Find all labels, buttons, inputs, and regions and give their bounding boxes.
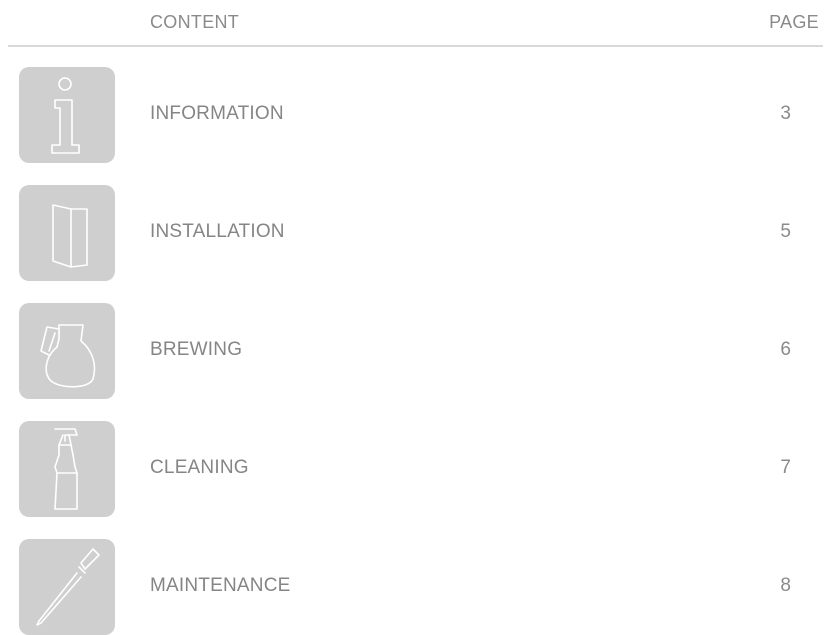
entry-label: CLEANING xyxy=(150,457,249,478)
screwdriver-icon xyxy=(19,539,115,635)
entry-page-number: 7 xyxy=(780,457,791,478)
entry-label: BREWING xyxy=(150,339,243,360)
toc-entry-brewing[interactable]: BREWING 6 xyxy=(0,303,831,399)
entry-label: INSTALLATION xyxy=(150,221,285,242)
toc-entry-cleaning[interactable]: CLEANING 7 xyxy=(0,421,831,517)
folded-document-icon xyxy=(19,185,115,281)
toc-entry-installation[interactable]: INSTALLATION 5 xyxy=(0,185,831,281)
entry-label: MAINTENANCE xyxy=(150,575,291,596)
content-column-heading: CONTENT xyxy=(150,12,240,32)
entry-label: INFORMATION xyxy=(150,103,284,124)
entry-page-number: 6 xyxy=(780,339,791,360)
page-column-heading: PAGE xyxy=(769,12,819,32)
coffee-carafe-icon xyxy=(19,303,115,399)
toc-entry-information[interactable]: INFORMATION 3 xyxy=(0,67,831,163)
entry-page-number: 8 xyxy=(780,575,791,596)
toc-entry-maintenance[interactable]: MAINTENANCE 8 xyxy=(0,539,831,635)
info-icon xyxy=(19,67,115,163)
entry-page-number: 5 xyxy=(780,221,791,242)
entry-page-number: 3 xyxy=(780,103,791,124)
spray-bottle-icon xyxy=(19,421,115,517)
header-divider xyxy=(8,45,823,47)
